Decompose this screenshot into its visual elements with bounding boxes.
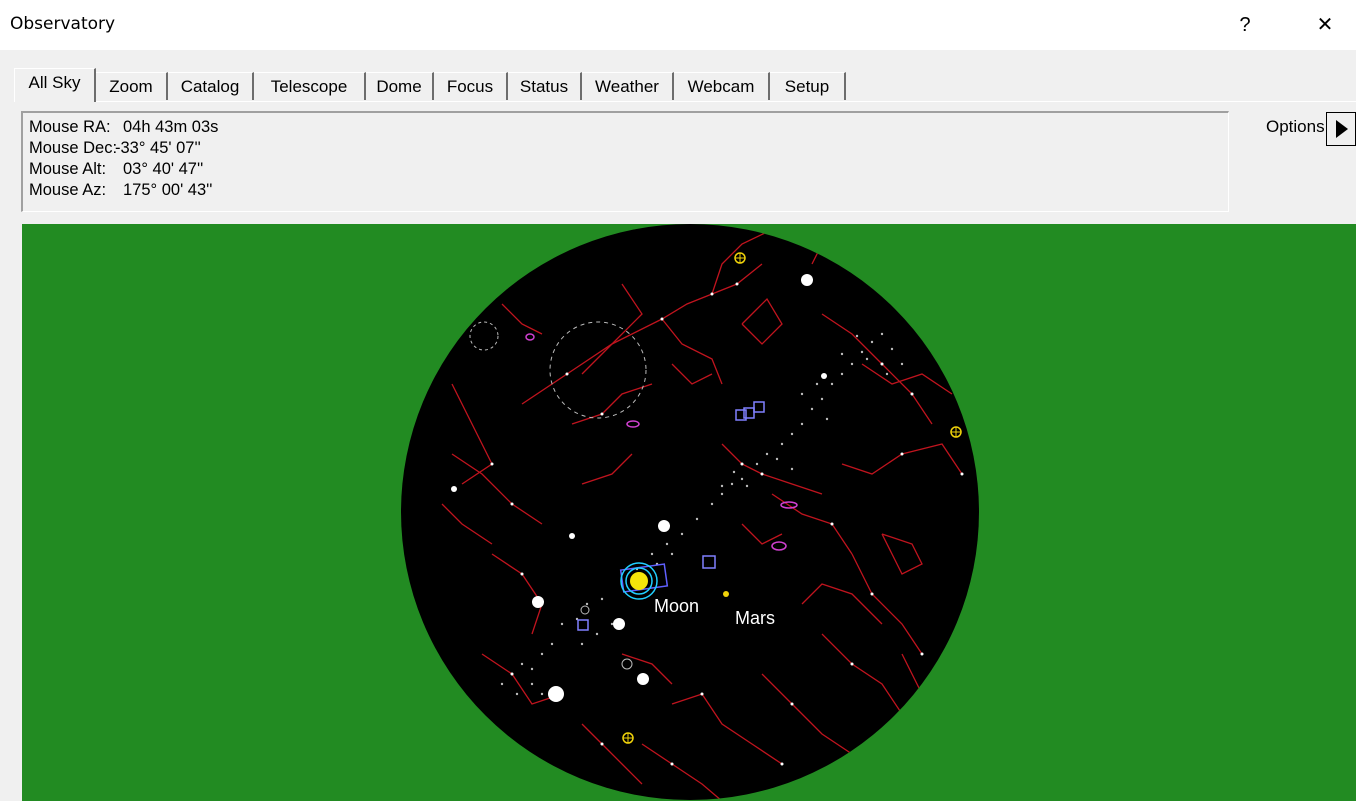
tab-catalog[interactable]: Catalog <box>168 72 254 100</box>
tab-all-sky[interactable]: All Sky <box>14 68 96 102</box>
mouse-dec-value: -33° 45' 07'' <box>115 139 201 157</box>
close-button[interactable]: ✕ <box>1302 6 1348 44</box>
window-title: Observatory <box>10 14 116 34</box>
play-right-icon <box>1336 120 1348 138</box>
mouse-dec-label: Mouse Dec: <box>29 139 118 157</box>
mouse-az-label: Mouse Az: <box>29 181 107 199</box>
mouse-ra-value: 04h 43m 03s <box>123 118 219 136</box>
moon-label: Moon <box>654 596 699 616</box>
tab-dome[interactable]: Dome <box>366 72 434 100</box>
options-button[interactable] <box>1326 112 1356 146</box>
mouse-info-panel: Mouse RA: 04h 43m 03s Mouse Dec:-33° 45' … <box>21 111 1229 212</box>
dialog-client: All Sky Zoom Catalog Telescope Dome Focu… <box>0 50 1356 801</box>
mouse-ra-row: Mouse RA: 04h 43m 03s <box>29 117 218 137</box>
sky-map-svg[interactable]: Moon Mars <box>22 224 1356 801</box>
mouse-ra-label: Mouse RA: <box>29 118 111 136</box>
moon-target[interactable] <box>620 562 658 600</box>
tab-telescope[interactable]: Telescope <box>254 72 366 100</box>
tab-zoom[interactable]: Zoom <box>96 72 168 100</box>
all-sky-map[interactable]: Moon Mars <box>22 224 1356 801</box>
title-bar: Observatory ? ✕ <box>0 0 1356 50</box>
mouse-dec-row: Mouse Dec:-33° 45' 07'' <box>29 138 201 158</box>
tab-focus[interactable]: Focus <box>434 72 508 100</box>
tab-weather[interactable]: Weather <box>582 72 674 100</box>
tab-setup[interactable]: Setup <box>770 72 846 100</box>
tab-panel-border <box>14 101 1356 102</box>
mouse-alt-value: 03° 40' 47'' <box>123 160 204 178</box>
mouse-alt-row: Mouse Alt: 03° 40' 47'' <box>29 159 203 179</box>
mouse-az-value: 175° 00' 43'' <box>123 181 213 199</box>
mars-label: Mars <box>735 608 775 628</box>
tab-webcam[interactable]: Webcam <box>674 72 770 100</box>
mouse-az-row: Mouse Az: 175° 00' 43'' <box>29 180 212 200</box>
options-label[interactable]: Options <box>1266 117 1325 137</box>
help-button[interactable]: ? <box>1222 6 1268 44</box>
sky-disc[interactable] <box>401 224 979 800</box>
mouse-alt-label: Mouse Alt: <box>29 160 107 178</box>
tab-status[interactable]: Status <box>508 72 582 100</box>
